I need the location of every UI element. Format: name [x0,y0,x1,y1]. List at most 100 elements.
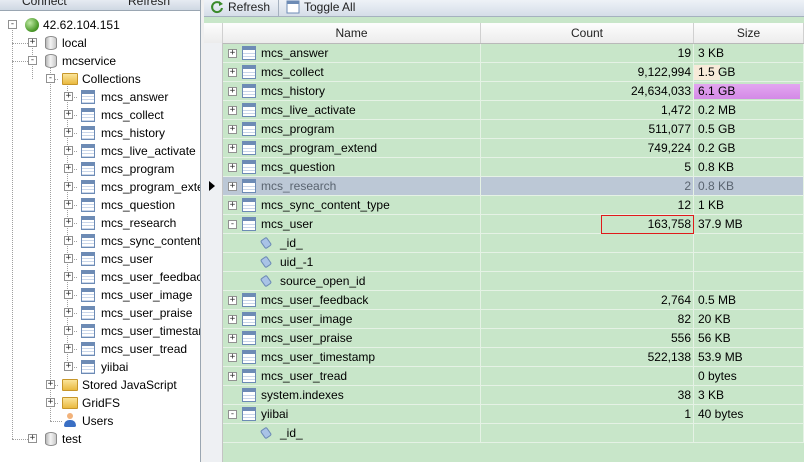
expand-icon[interactable]: + [64,272,73,281]
tree-collection[interactable]: + mcs_user_image [0,286,200,304]
left-refresh-button[interactable]: Refresh [128,0,170,8]
toggle-all-button[interactable]: Toggle All [282,0,355,16]
expand-icon[interactable]: + [46,380,55,389]
table-row[interactable]: + mcs_user_tread 0 bytes [223,367,804,386]
tree-collection[interactable]: + mcs_user [0,250,200,268]
expand-icon[interactable]: + [228,182,237,191]
tree-collection[interactable]: + mcs_user_feedback [0,268,200,286]
table-row[interactable]: + mcs_program 511,077 0.5 GB [223,120,804,139]
expand-icon[interactable]: + [228,334,237,343]
name-cell: + mcs_sync_content_type [223,196,481,215]
tree-collection[interactable]: + mcs_history [0,124,200,142]
expand-icon[interactable]: + [64,200,73,209]
tree-folder-collections[interactable]: - Collections [0,70,200,88]
expand-icon[interactable]: + [64,290,73,299]
users-icon [63,413,77,428]
tree-folder-gridfs[interactable]: + GridFS [0,394,200,412]
tree-users[interactable]: Users [0,412,200,430]
expand-icon[interactable]: + [46,398,55,407]
tree-folder-stored-js[interactable]: + Stored JavaScript [0,376,200,394]
expand-icon[interactable]: + [64,344,73,353]
connect-button[interactable]: Connect [22,0,67,8]
column-header-size[interactable]: Size [694,23,804,43]
tree-collection[interactable]: + mcs_user_praise [0,304,200,322]
expand-icon[interactable]: + [228,87,237,96]
column-header-count[interactable]: Count [481,23,694,43]
tree-collection[interactable]: + mcs_program_exte [0,178,200,196]
expand-icon[interactable]: + [64,362,73,371]
expand-icon[interactable]: + [28,434,37,443]
tree-db-local[interactable]: + local [0,34,200,52]
table-row[interactable]: + mcs_history 24,634,033 6.1 GB [223,82,804,101]
tree-db-mcservice[interactable]: - mcservice [0,52,200,70]
expand-icon[interactable]: + [64,308,73,317]
table-row[interactable]: + mcs_user_feedback 2,764 0.5 MB [223,291,804,310]
tree-collection[interactable]: + mcs_answer [0,88,200,106]
count-cell: 1 [481,405,694,424]
table-row[interactable]: + mcs_research 2 0.8 KB [223,177,804,196]
name-cell: uid_-1 [223,253,481,272]
table-row[interactable]: - yiibai 1 40 bytes [223,405,804,424]
tree-collection[interactable]: + mcs_sync_content [0,232,200,250]
tree-collection-label: mcs_user_timestar [101,324,201,338]
tree-collection[interactable]: + mcs_collect [0,106,200,124]
expand-icon[interactable]: + [64,128,73,137]
table-row[interactable]: system.indexes 38 3 KB [223,386,804,405]
index-row[interactable]: uid_-1 [223,253,804,272]
collection-icon [242,122,256,136]
table-row[interactable]: + mcs_user_image 82 20 KB [223,310,804,329]
table-row[interactable]: + mcs_program_extend 749,224 0.2 GB [223,139,804,158]
expand-icon[interactable]: + [228,144,237,153]
table-row[interactable]: + mcs_user_praise 556 56 KB [223,329,804,348]
expand-icon[interactable]: + [228,296,237,305]
tree-collection[interactable]: + mcs_live_activate [0,142,200,160]
table-row[interactable]: - mcs_user 163,758 37.9 MB [223,215,804,234]
table-row[interactable]: + mcs_sync_content_type 12 1 KB [223,196,804,215]
index-row[interactable]: _id_ [223,424,804,443]
tree-server[interactable]: - 42.62.104.151 [0,16,200,34]
tree-collection[interactable]: + yiibai [0,358,200,376]
collection-icon [242,369,256,383]
expand-icon[interactable]: + [228,125,237,134]
index-row[interactable]: source_open_id [223,272,804,291]
expand-icon[interactable]: + [228,372,237,381]
expand-icon[interactable]: + [64,164,73,173]
collapse-icon[interactable]: - [8,20,17,29]
tree-collection[interactable]: + mcs_research [0,214,200,232]
expand-icon[interactable]: + [64,182,73,191]
name-cell: system.indexes [223,386,481,405]
collapse-icon[interactable]: - [228,410,237,419]
tree-collection[interactable]: + mcs_program [0,160,200,178]
expand-icon[interactable]: + [228,353,237,362]
expand-icon[interactable]: + [228,106,237,115]
expand-icon[interactable]: + [228,163,237,172]
expand-icon[interactable]: + [64,92,73,101]
index-row[interactable]: _id_ [223,234,804,253]
collapse-icon[interactable]: - [28,56,37,65]
refresh-button[interactable]: Refresh [206,0,270,16]
tree-db-test[interactable]: + test [0,430,200,448]
expand-icon[interactable]: + [64,254,73,263]
table-row[interactable]: + mcs_user_timestamp 522,138 53.9 MB [223,348,804,367]
database-icon [45,36,57,50]
expand-icon[interactable]: + [228,68,237,77]
tree-collection[interactable]: + mcs_user_tread [0,340,200,358]
tree-collection[interactable]: + mcs_question [0,196,200,214]
table-row[interactable]: + mcs_answer 19 3 KB [223,44,804,63]
expand-icon[interactable]: + [228,201,237,210]
expand-icon[interactable]: + [64,218,73,227]
column-header-name[interactable]: Name [223,23,481,43]
expand-icon[interactable]: + [228,315,237,324]
expand-icon[interactable]: + [64,110,73,119]
table-row[interactable]: + mcs_collect 9,122,994 1.5 GB [223,63,804,82]
tree-collection[interactable]: + mcs_user_timestar [0,322,200,340]
expand-icon[interactable]: + [64,236,73,245]
collapse-icon[interactable]: - [46,74,55,83]
collapse-icon[interactable]: - [228,220,237,229]
expand-icon[interactable]: + [64,146,73,155]
table-row[interactable]: + mcs_question 5 0.8 KB [223,158,804,177]
expand-icon[interactable]: + [64,326,73,335]
table-row[interactable]: + mcs_live_activate 1,472 0.2 MB [223,101,804,120]
expand-icon[interactable]: + [228,49,237,58]
expand-icon[interactable]: + [28,38,37,47]
